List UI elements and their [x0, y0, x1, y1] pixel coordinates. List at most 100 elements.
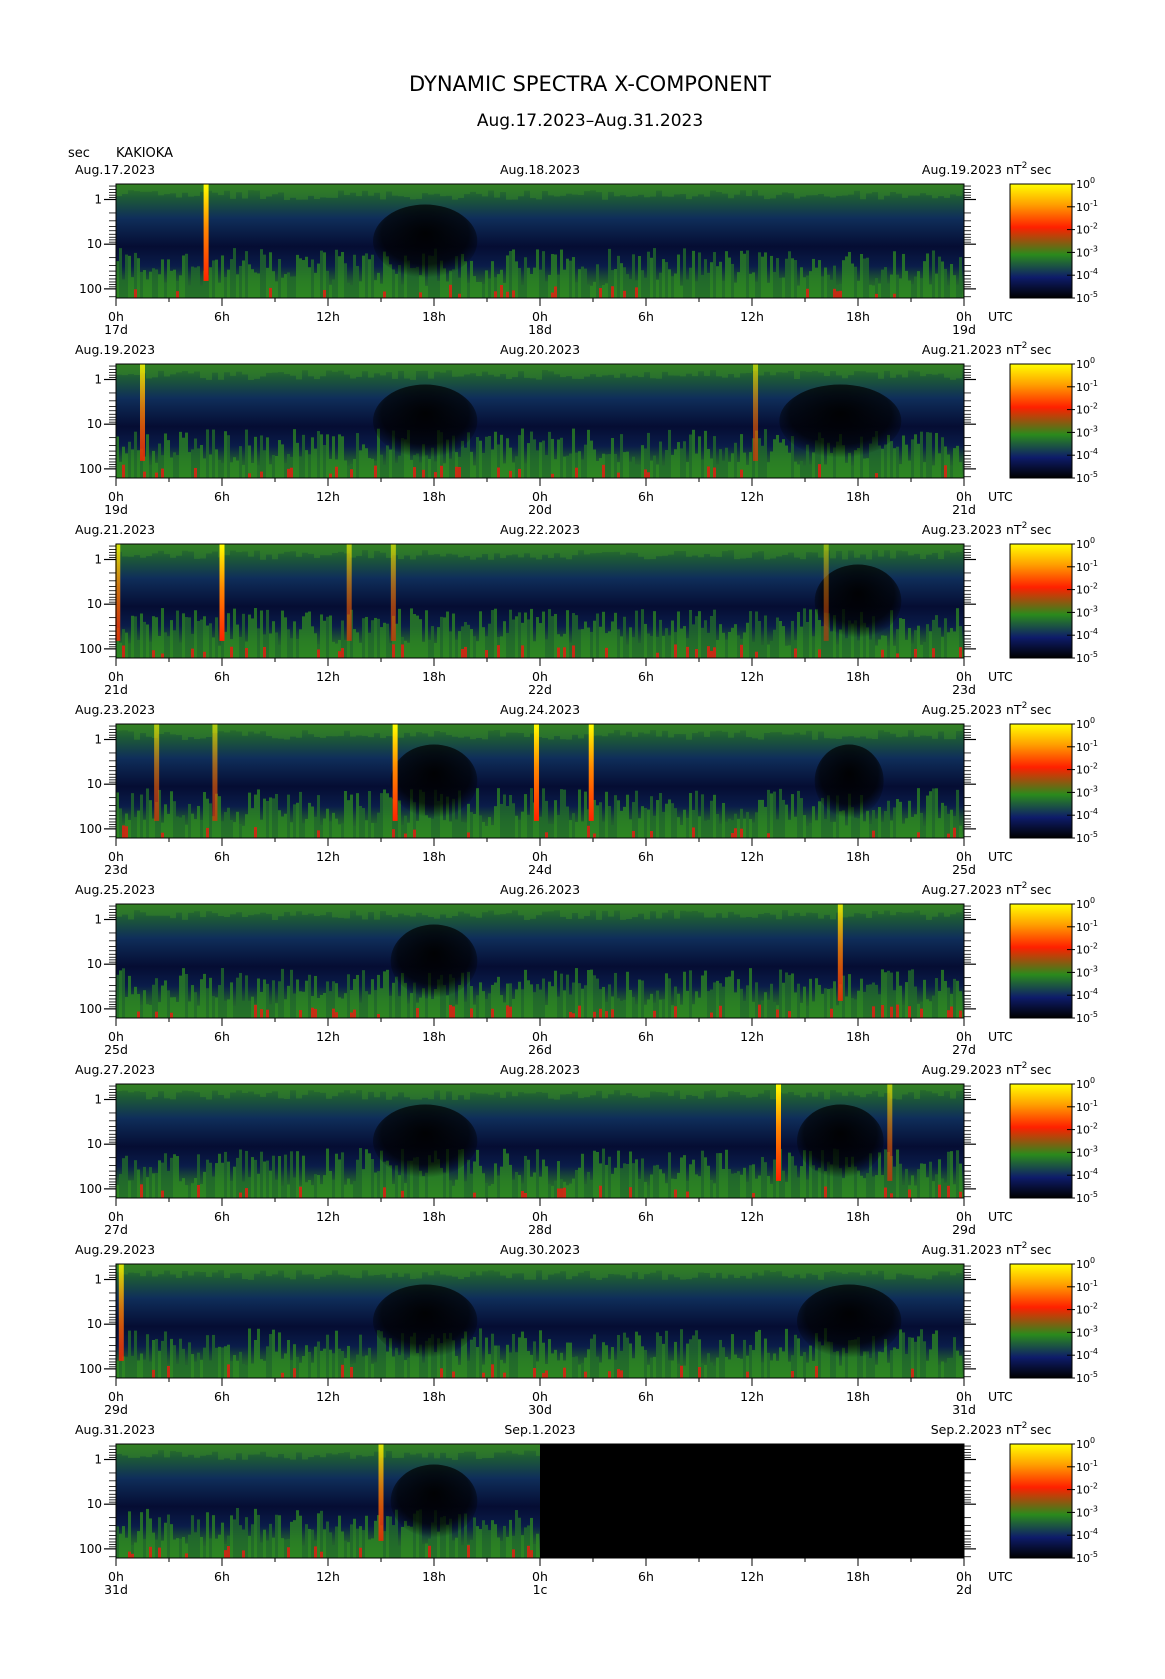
spectrum-activity [311, 1529, 314, 1558]
spectrum-activity [701, 975, 704, 1018]
colorbar-tick-label: 10-2 [1076, 402, 1098, 417]
spectrum-activity [578, 1167, 581, 1198]
spectrum-activity [173, 269, 176, 298]
spectrum-noise [662, 1084, 668, 1093]
spectrum-activity [374, 1172, 377, 1198]
spectrum-noise [242, 184, 248, 199]
spectrum-noise [218, 904, 224, 916]
spectrum-activity [443, 617, 446, 658]
no-data-area [540, 1444, 964, 1558]
spectrum-activity [905, 1168, 908, 1198]
spectrum-noise [422, 904, 428, 916]
spectrum-noise [620, 544, 626, 555]
spectrum-activity [932, 1333, 935, 1378]
spectrum-activity [269, 1334, 272, 1378]
spectrum-noise [410, 724, 416, 737]
period-tick-label: 1 [94, 912, 102, 926]
spectrum-noise [212, 904, 218, 914]
spectrum-activity [914, 1185, 917, 1198]
spectrum-activity [629, 279, 632, 298]
spectrum-activity [719, 624, 722, 658]
spectrum-activity [758, 799, 761, 838]
spectrum-activity [221, 1347, 224, 1378]
spectrum-noise [686, 904, 692, 912]
spectrum-noise [338, 544, 344, 552]
spectrum-noise [758, 1084, 764, 1094]
spectrum-activity [659, 619, 662, 658]
spectrum-activity [569, 642, 572, 658]
spectrum-noise [860, 184, 866, 200]
spectrum-high-power [521, 1190, 524, 1198]
spectrum-activity [845, 638, 848, 658]
spectrum-activity [485, 436, 488, 478]
spectrum-activity [407, 642, 410, 658]
spectrum-noise [470, 544, 476, 560]
spectrum-noise [824, 1264, 830, 1273]
spectrum-activity [365, 253, 368, 298]
hour-tick-label: 12h [316, 489, 340, 504]
panel-mid-date: Aug.28.2023 [500, 1062, 580, 1077]
spectrum-activity [686, 1343, 689, 1378]
spectrum-noise [548, 904, 554, 912]
spectrum-activity [851, 263, 854, 298]
spectrum-activity [893, 807, 896, 838]
spectrum-noise [848, 724, 854, 737]
spectrum-activity [572, 1357, 575, 1378]
spectrum-activity [128, 1330, 131, 1378]
spectrum-noise [584, 904, 590, 917]
spectrum-activity [734, 282, 737, 298]
spectrum-noise [632, 1084, 638, 1097]
spectrum-high-power [908, 1006, 911, 1018]
spectrum-activity [668, 1152, 671, 1198]
spectrum-activity [344, 1184, 347, 1198]
spectrum-noise [566, 724, 572, 740]
spectrum-high-power [440, 465, 443, 478]
spectrum-noise [374, 1084, 380, 1098]
spectrum-activity [674, 273, 677, 298]
spectrum-activity [260, 1542, 263, 1558]
spectrum-noise [914, 904, 920, 911]
colorbar-tick-label: 10-1 [1076, 1279, 1098, 1294]
spectrum-high-power [632, 830, 635, 838]
spectrum-noise [200, 1084, 206, 1098]
spectrum-activity [704, 259, 707, 298]
spectrum-activity [404, 1360, 407, 1378]
spectrum-noise [248, 1444, 254, 1455]
spectrum-activity [167, 990, 170, 1018]
spectrum-noise [308, 364, 314, 377]
spectrum-activity [371, 620, 374, 658]
spectrum-activity [293, 1177, 296, 1198]
spectrum-activity [140, 794, 143, 838]
colorbar-tick-base: 10 [1076, 449, 1090, 462]
spectrum-activity [680, 285, 683, 298]
spectrum-activity [623, 452, 626, 478]
spectral-event [390, 544, 396, 641]
spectrum-noise [662, 364, 668, 372]
spectrum-high-power [155, 472, 158, 478]
spectrogram-panel: Aug.17.2023 Aug.18.2023 Aug.19.2023 nT2 sec1… [75, 161, 1098, 337]
spectrum-noise [800, 544, 806, 560]
spectrum-noise [356, 544, 362, 556]
spectrum-activity [707, 272, 710, 298]
spectrum-noise [782, 544, 788, 555]
spectrum-noise [416, 1444, 422, 1454]
quiet-region [373, 384, 478, 458]
colorbar [1009, 543, 1073, 659]
spectrum-activity [569, 1183, 572, 1198]
panel-end-date: Aug.25.2023 [922, 702, 1002, 717]
spectrum-activity [788, 819, 791, 838]
spectrum-noise [140, 724, 146, 734]
spectrum-activity [290, 1521, 293, 1558]
spectrum-activity [617, 1150, 620, 1198]
spectrum-activity [194, 819, 197, 838]
spectrum-activity [743, 1167, 746, 1198]
spectrum-activity [818, 984, 821, 1018]
spectrum-noise [542, 1084, 548, 1093]
spectrum-high-power [422, 469, 425, 478]
spectrum-activity [548, 609, 551, 658]
spectrum-noise [440, 544, 446, 557]
spectrum-noise [908, 544, 914, 556]
spectrum-activity [596, 1151, 599, 1198]
spectrum-noise [230, 1264, 236, 1274]
spectrum-noise [488, 724, 494, 731]
